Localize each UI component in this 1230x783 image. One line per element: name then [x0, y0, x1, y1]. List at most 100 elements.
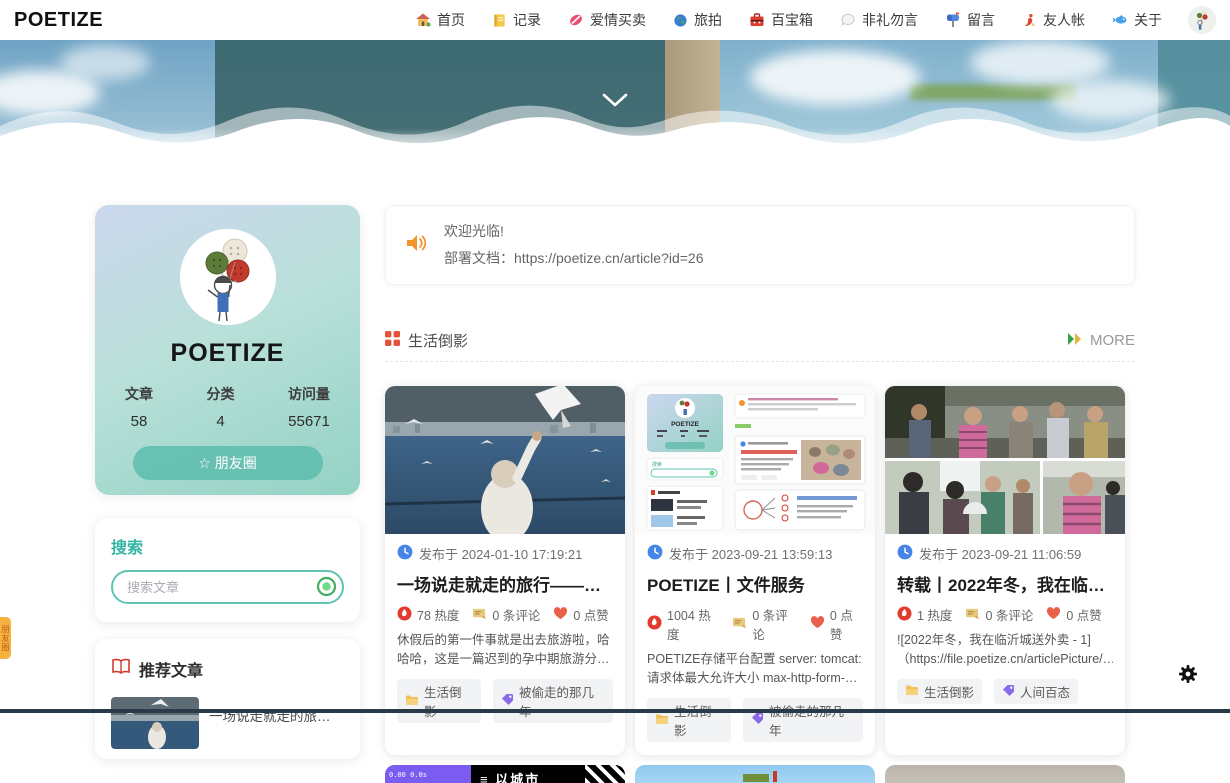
article-card-6-partial[interactable]: [885, 765, 1125, 783]
article-card-1: 发布于 2024-01-10 17:19:21 一场说走就走的旅行——… 78 …: [385, 386, 625, 755]
comment-count: 0 条评论: [492, 605, 540, 624]
svg-text:POETIZE: POETIZE: [671, 421, 699, 428]
nav-item-travel[interactable]: 旅拍: [673, 10, 722, 30]
category-tag[interactable]: 生活倒影: [647, 698, 731, 742]
article-title[interactable]: 一场说走就走的旅行——…: [397, 571, 613, 596]
announcement-line-2[interactable]: 部署文档：https://poetize.cn/article?id=26: [444, 245, 704, 272]
announcement-card: 欢迎光临! 部署文档：https://poetize.cn/article?id…: [385, 205, 1135, 285]
nav-item-records[interactable]: 记录: [492, 10, 541, 30]
nav-label: 留言: [967, 10, 995, 30]
sidebar: POETIZE 文章 58 分类 4 访问量 55671 ☆ 朋友圈 搜索: [95, 205, 360, 783]
nav-item-home[interactable]: 首页: [415, 10, 465, 30]
user-avatar[interactable]: [1188, 6, 1216, 34]
label-icon: [1002, 684, 1015, 700]
grid-icon: [385, 331, 400, 350]
article-card-5-partial[interactable]: [635, 765, 875, 783]
nav-item-message-board[interactable]: 留言: [945, 10, 995, 30]
heat-icon: [647, 615, 662, 633]
friends-circle-side-tab[interactable]: 朋友圈: [0, 617, 11, 659]
settings-gear-icon[interactable]: [1178, 664, 1198, 689]
folder-icon: [655, 713, 669, 728]
recommended-articles-card: 推荐文章 一场说走就走的旅…: [95, 639, 360, 759]
stub-timer-text: 0.00 0.0s: [385, 765, 471, 783]
article-excerpt: ![2022年冬，我在临沂城送外卖 - 1]（https://file.poet…: [897, 631, 1113, 670]
nav-label: 记录: [513, 10, 541, 30]
section-title-text: 生活倒影: [408, 330, 468, 351]
nav-label: 友人帐: [1043, 10, 1085, 30]
comment-count: 0 条评论: [752, 605, 797, 643]
stat-categories: 分类 4: [207, 384, 235, 430]
speech-bubble-icon: [840, 12, 856, 28]
category-tag[interactable]: 生活倒影: [397, 679, 481, 723]
label-icon: [751, 712, 764, 728]
topic-tag[interactable]: 人间百态: [994, 679, 1078, 704]
clock-icon: [897, 544, 913, 563]
nav-label: 百宝箱: [771, 10, 813, 30]
profile-name: POETIZE: [171, 339, 285, 368]
like-count: 0 点赞: [1066, 605, 1101, 624]
article-card-4-partial[interactable]: 0.00 0.0s ≡ 以城市: [385, 765, 625, 783]
publish-date: 发布于 2023-09-21 13:59:13: [669, 544, 832, 563]
recommended-item[interactable]: 一场说走就走的旅…: [111, 697, 344, 749]
top-navigation-bar: POETIZE 首页 记录 爱情买卖 旅拍 百宝箱 非礼勿言 留言: [0, 0, 1230, 40]
article-card-2: POETIZE 搜索: [635, 386, 875, 755]
main-column: 欢迎光临! 部署文档：https://poetize.cn/article?id…: [385, 205, 1135, 783]
hero-banner: [0, 40, 1230, 162]
section-header: 生活倒影 MORE: [385, 330, 1135, 362]
article-card-3: 发布于 2023-09-21 11:06:59 转载丨2022年冬，我在临… 1…: [885, 386, 1125, 755]
heat-icon: [397, 606, 412, 624]
double-chevron-icon: [1066, 332, 1084, 350]
profile-card: POETIZE 文章 58 分类 4 访问量 55671 ☆ 朋友圈: [95, 205, 360, 495]
article-3-cover-image[interactable]: [885, 386, 1125, 534]
folder-icon: [905, 684, 919, 699]
svg-text:搜索: 搜索: [652, 461, 662, 468]
article-2-cover-image[interactable]: POETIZE 搜索: [635, 386, 875, 534]
open-book-icon: [111, 658, 131, 680]
topic-tag[interactable]: 被偷走的那几年: [743, 698, 863, 742]
toolbox-icon: [749, 12, 765, 28]
home-icon: [415, 12, 431, 28]
article-title[interactable]: POETIZE丨文件服务: [647, 571, 863, 596]
nav-item-no-rude-words[interactable]: 非礼勿言: [840, 10, 918, 30]
site-logo[interactable]: POETIZE: [14, 9, 103, 32]
article-excerpt: POETIZE存储平台配置 server: tomcat: 请求体最大允许大小 …: [647, 650, 863, 689]
nav-item-friends[interactable]: 友人帐: [1022, 10, 1085, 30]
topic-tag[interactable]: 被偷走的那几年: [493, 679, 613, 723]
mailbox-icon: [945, 12, 961, 28]
comment-icon: [472, 607, 487, 623]
nav-label: 爱情买卖: [590, 10, 646, 30]
nav-label: 关于: [1134, 10, 1162, 30]
friends-circle-button[interactable]: ☆ 朋友圈: [133, 446, 323, 480]
nav-item-about[interactable]: 关于: [1112, 10, 1162, 30]
profile-avatar[interactable]: [180, 229, 276, 325]
kiss-icon: [568, 12, 584, 28]
profile-stats: 文章 58 分类 4 访问量 55671: [95, 384, 360, 430]
article-title[interactable]: 转载丨2022年冬，我在临…: [897, 571, 1113, 596]
heat-count: 78 热度: [417, 605, 459, 624]
clock-icon: [397, 544, 413, 563]
heart-icon: [553, 607, 568, 623]
fish-icon: [1112, 12, 1128, 28]
comment-count: 0 条评论: [985, 605, 1033, 624]
folder-icon: [405, 694, 419, 709]
notebook-icon: [492, 13, 507, 28]
nav-item-love[interactable]: 爱情买卖: [568, 10, 646, 30]
nav-label: 非礼勿言: [862, 10, 918, 30]
scroll-down-chevron-icon[interactable]: [601, 92, 629, 113]
search-input[interactable]: [111, 570, 344, 604]
more-label: MORE: [1090, 332, 1135, 349]
globe-icon: [673, 13, 688, 28]
recommended-title: 推荐文章: [139, 657, 203, 681]
category-tag[interactable]: 生活倒影: [897, 679, 982, 704]
nav-item-toolbox[interactable]: 百宝箱: [749, 10, 813, 30]
stat-articles: 文章 58: [125, 384, 153, 430]
announcement-line-1: 欢迎光临!: [444, 218, 704, 245]
publish-date: 发布于 2024-01-10 17:19:21: [419, 544, 582, 563]
article-1-cover-image[interactable]: [385, 386, 625, 534]
search-submit-icon[interactable]: [316, 576, 337, 597]
more-link[interactable]: MORE: [1066, 332, 1135, 350]
nav-label: 首页: [437, 10, 465, 30]
content-area: POETIZE 文章 58 分类 4 访问量 55671 ☆ 朋友圈 搜索: [95, 205, 1135, 783]
heart-icon: [810, 616, 825, 632]
search-card: 搜索: [95, 518, 360, 622]
